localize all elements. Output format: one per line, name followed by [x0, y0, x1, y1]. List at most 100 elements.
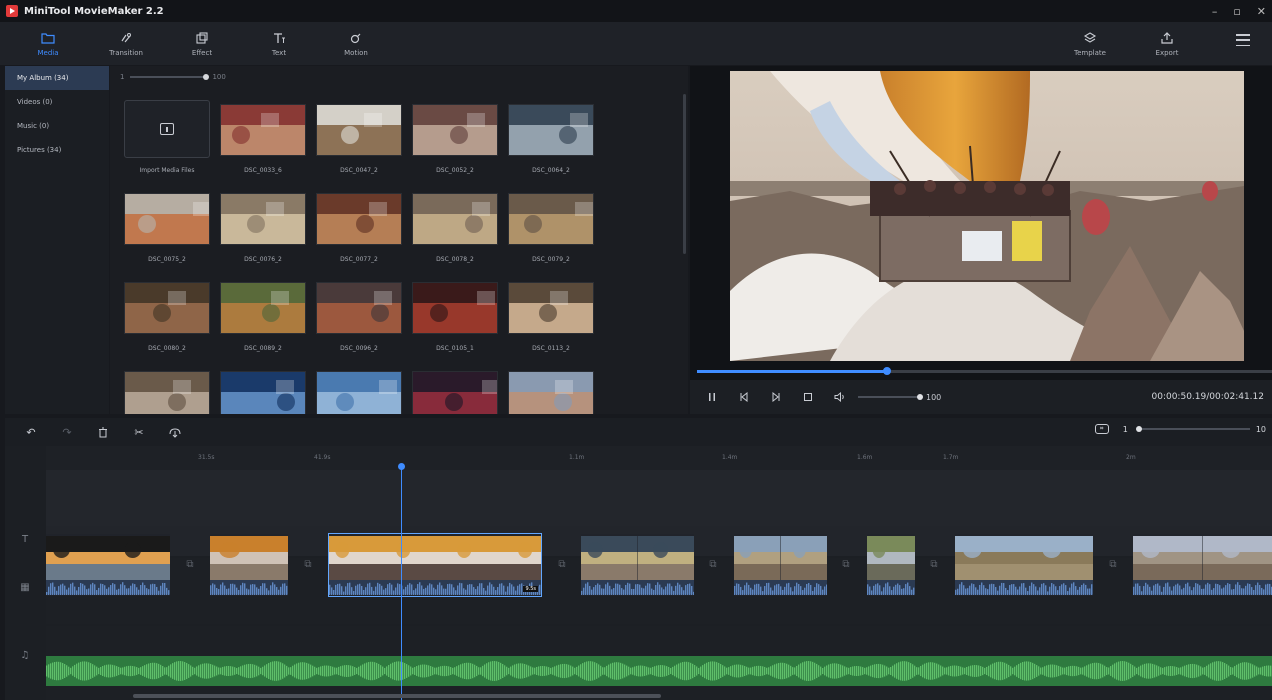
sidebar-item-my-album[interactable]: My Album (34)	[5, 66, 109, 90]
video-clip[interactable]	[1133, 534, 1272, 596]
import-media-files-button[interactable]: Import Media Files	[124, 100, 210, 174]
export-label: Export	[1155, 48, 1179, 57]
pause-icon	[709, 393, 715, 401]
sidebar-item-videos[interactable]: Videos (0)	[5, 90, 109, 114]
stop-button[interactable]	[792, 387, 824, 407]
clip-duration: 9.5s	[523, 586, 538, 592]
transition-icon	[118, 31, 134, 45]
video-clip[interactable]	[955, 534, 1093, 596]
media-item[interactable]: DSC_0078_2	[412, 193, 498, 263]
media-item[interactable]: DSC_0033_6	[220, 104, 306, 174]
ruler-tick: 31.5s	[198, 454, 215, 461]
timeline-zoom-max: 10	[1255, 424, 1266, 434]
export-button[interactable]: Export	[1137, 22, 1197, 65]
media-item[interactable]: DSC_0077_2	[316, 193, 402, 263]
sidebar-item-music[interactable]: Music (0)	[5, 114, 109, 138]
media-item[interactable]	[316, 371, 402, 414]
clip-audio-waveform	[46, 580, 170, 595]
undo-button[interactable]: ↶	[13, 422, 49, 442]
volume-knob[interactable]	[917, 394, 923, 400]
media-item[interactable]: DSC_0064_2	[508, 104, 594, 174]
split-button[interactable]: ✂	[121, 422, 157, 442]
preview-progress-handle[interactable]	[882, 367, 891, 375]
media-item[interactable]	[412, 371, 498, 414]
media-item[interactable]: DSC_0075_2	[124, 193, 210, 263]
tab-media-label: Media	[37, 48, 59, 57]
media-thumbnail	[412, 371, 498, 414]
media-item-name: DSC_0089_2	[244, 345, 282, 352]
media-item-name: DSC_0077_2	[340, 256, 378, 263]
media-item[interactable]: DSC_0047_2	[316, 104, 402, 174]
transition-slot-icon[interactable]: ⧉	[297, 556, 319, 572]
media-item[interactable]: DSC_0080_2	[124, 282, 210, 352]
clip-frames	[329, 536, 541, 580]
tab-text[interactable]: Text	[249, 22, 309, 65]
media-item-name: DSC_0096_2	[340, 345, 378, 352]
layers-icon	[1082, 31, 1098, 45]
close-button[interactable]: ✕	[1257, 5, 1266, 18]
video-clip[interactable]	[867, 534, 915, 596]
ruler-tick: 2m	[1126, 454, 1136, 461]
next-frame-button[interactable]	[760, 387, 792, 407]
pause-button[interactable]	[696, 387, 728, 407]
tab-media[interactable]: Media	[18, 22, 78, 65]
video-clip[interactable]	[46, 534, 170, 596]
media-item-name: DSC_0052_2	[436, 167, 474, 174]
video-clip[interactable]	[734, 534, 827, 596]
timeline-ruler[interactable]: 31.5s 41.9s 1.1m 1.4m 1.6m 1.7m 2m	[46, 446, 1272, 470]
video-clip[interactable]	[581, 534, 694, 596]
volume-value: 100	[926, 392, 942, 402]
crop-button[interactable]	[157, 422, 193, 442]
media-item[interactable]: DSC_0052_2	[412, 104, 498, 174]
media-item[interactable]	[124, 371, 210, 414]
tab-motion[interactable]: Motion	[326, 22, 386, 65]
timeline-zoom-knob[interactable]	[1135, 426, 1142, 432]
media-scrollbar[interactable]	[683, 94, 686, 254]
tab-transition[interactable]: Transition	[96, 22, 156, 65]
media-item[interactable]: DSC_0105_1	[412, 282, 498, 352]
template-label: Template	[1074, 48, 1106, 57]
media-thumbnail	[220, 193, 306, 245]
hamburger-menu-icon[interactable]	[1236, 34, 1250, 46]
playhead[interactable]	[398, 463, 405, 700]
minimize-button[interactable]: –	[1212, 5, 1218, 18]
sidebar-item-pictures[interactable]: Pictures (34)	[5, 138, 109, 162]
media-thumbnail	[508, 282, 594, 334]
restore-button[interactable]: ▫	[1233, 5, 1240, 18]
tab-effect[interactable]: Effect	[172, 22, 232, 65]
selected-video-clip[interactable]: 9.5s	[328, 533, 542, 597]
zoom-fit-icon[interactable]: ⌗	[1094, 424, 1109, 434]
preview-progress-bar[interactable]	[697, 367, 1272, 375]
media-item[interactable]: DSC_0089_2	[220, 282, 306, 352]
transition-slot-icon[interactable]: ⧉	[702, 556, 724, 572]
delete-button[interactable]	[85, 422, 121, 442]
volume-slider[interactable]	[858, 394, 923, 400]
timeline-zoom-value: 1	[1122, 424, 1128, 434]
music-clip[interactable]	[46, 656, 1272, 686]
media-zoom-slider[interactable]: 1 100	[120, 72, 260, 82]
media-item[interactable]: DSC_0079_2	[508, 193, 594, 263]
redo-button[interactable]: ↷	[49, 422, 85, 442]
transition-slot-icon[interactable]: ⧉	[923, 556, 945, 572]
media-item-name: DSC_0075_2	[148, 256, 186, 263]
app-logo-icon	[6, 5, 18, 17]
media-item[interactable]	[508, 371, 594, 414]
media-item[interactable]: DSC_0096_2	[316, 282, 402, 352]
media-item[interactable]	[220, 371, 306, 414]
media-item[interactable]: DSC_0076_2	[220, 193, 306, 263]
import-box[interactable]	[124, 100, 210, 158]
transition-slot-icon[interactable]: ⧉	[1102, 556, 1124, 572]
media-zoom-track[interactable]	[130, 74, 210, 80]
template-button[interactable]: Template	[1060, 22, 1120, 65]
volume-button[interactable]	[824, 387, 856, 407]
media-item-name: DSC_0064_2	[532, 167, 570, 174]
timeline-zoom-slider[interactable]	[1135, 426, 1250, 432]
media-zoom-knob[interactable]	[203, 74, 210, 80]
media-item[interactable]: DSC_0113_2	[508, 282, 594, 352]
video-clip[interactable]	[210, 534, 288, 596]
transition-slot-icon[interactable]: ⧉	[835, 556, 857, 572]
transition-slot-icon[interactable]: ⧉	[551, 556, 573, 572]
transition-slot-icon[interactable]: ⧉	[179, 556, 201, 572]
previous-frame-button[interactable]	[728, 387, 760, 407]
timeline-horizontal-scrollbar[interactable]	[133, 694, 661, 698]
